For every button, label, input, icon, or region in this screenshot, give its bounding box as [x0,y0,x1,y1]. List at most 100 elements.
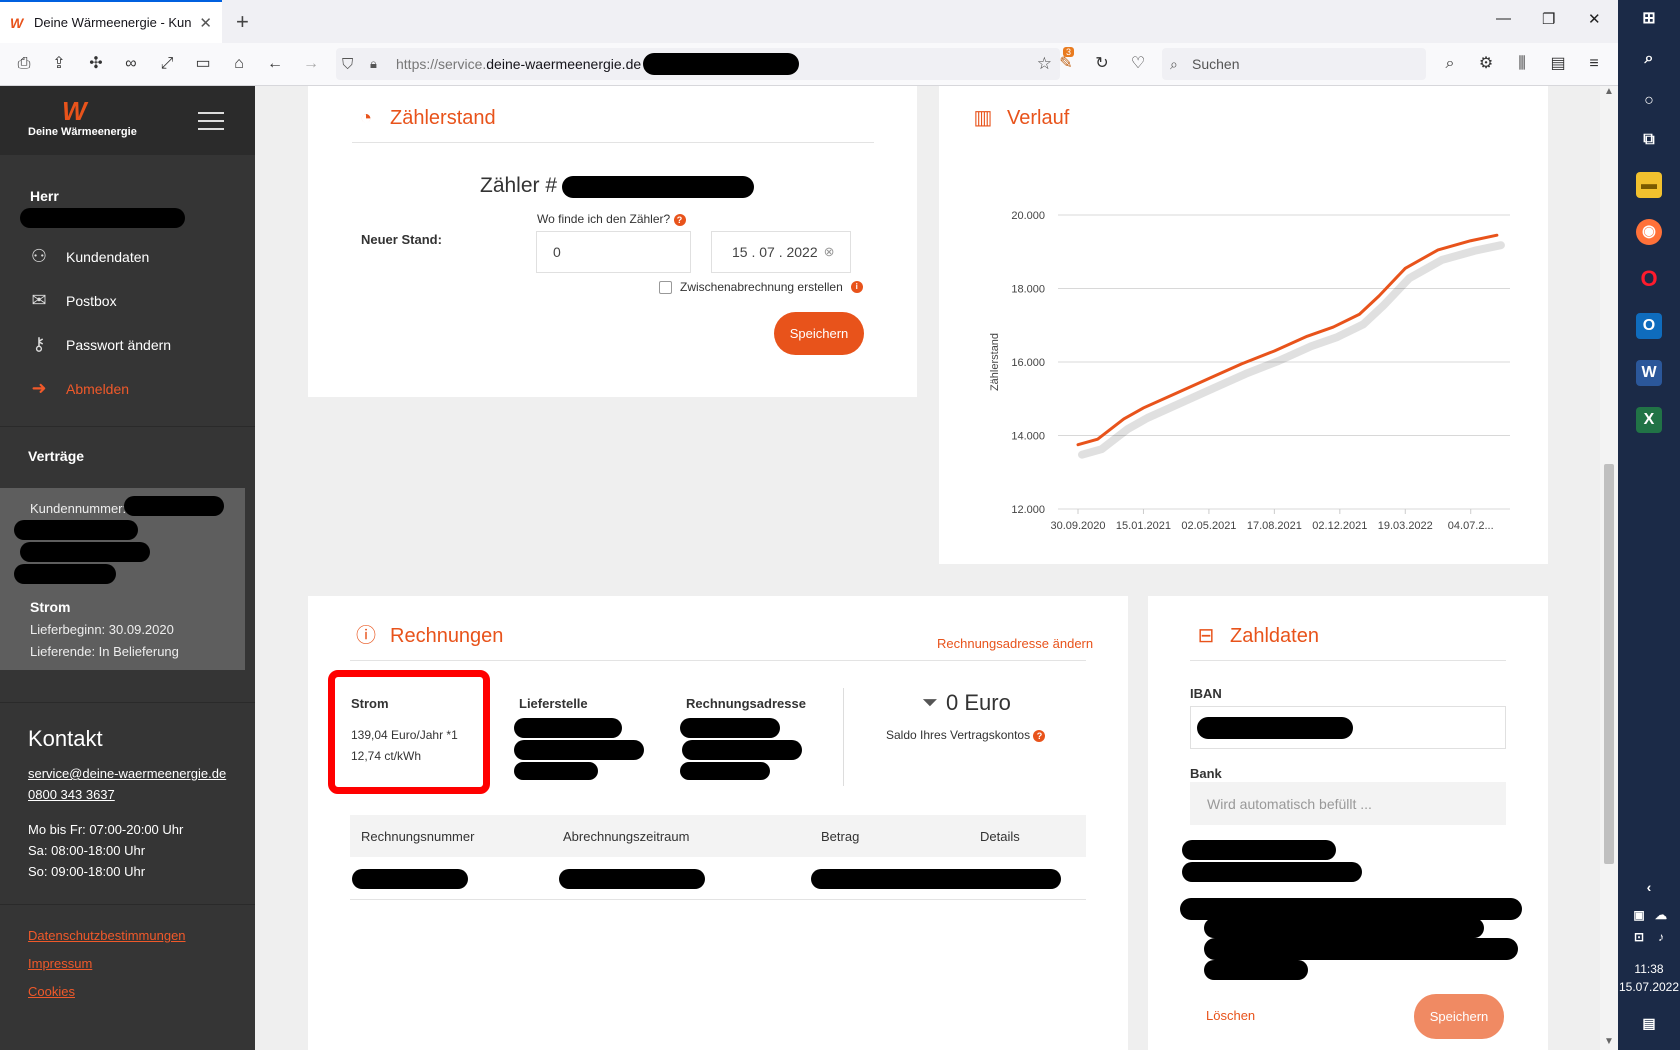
delivery-start: Lieferbeginn: 30.09.2020 [30,622,174,637]
scroll-up-icon[interactable]: ▲ [1604,86,1614,97]
window-close-icon[interactable]: ✕ [1588,10,1601,28]
library-icon[interactable]: ⫼ [1512,54,1532,74]
cortana-icon[interactable]: ○ [1636,88,1662,114]
y-tick-label: 12.000 [1011,504,1045,516]
scrollbar-thumb[interactable] [1604,464,1614,864]
new-reading-label: Neuer Stand: [361,232,442,247]
private-mask-icon[interactable]: ∞ [121,54,141,74]
address-bar[interactable]: ⛉ 🔒︎ https://service. deine-waermeenergie… [336,48,1060,80]
extensions-icon[interactable]: ✣ [86,54,106,74]
lock-icon: 🔒︎ [370,56,377,71]
redacted-billing-address [680,762,770,780]
x-tick-label: 19.03.2022 [1378,520,1433,532]
page-scrollbar[interactable]: ▲ ▼ [1600,86,1618,1050]
help-icon[interactable]: ? [673,213,686,226]
new-tab-icon[interactable]: + [236,9,249,35]
brand-logo-icon[interactable]: W [62,96,86,127]
show-hidden-icons-icon[interactable]: ‹ [1636,874,1662,900]
redacted-url-path [643,53,800,75]
contact-phone-link[interactable]: 0800 343 3637 [28,787,115,802]
clear-date-icon[interactable]: ⊗ [824,244,835,260]
sidebar-toggle-icon[interactable]: ▤ [1548,54,1568,74]
nav-postbox[interactable]: ✉ Postbox [28,290,116,311]
redacted-delivery-point [514,762,598,780]
file-explorer-icon[interactable]: ▬ [1636,172,1662,198]
notifications-icon[interactable]: ▤ [1636,1010,1662,1036]
home-icon[interactable]: ⌂ [229,54,249,74]
col-details[interactable]: Details [980,829,1020,844]
interim-checkbox[interactable] [659,280,672,294]
contract-card[interactable]: Kundennummer: Strom Lieferbeginn: 30.09.… [0,488,245,670]
iban-input[interactable] [1190,706,1506,749]
pocket-icon[interactable]: ♡ [1128,54,1148,74]
bank-input[interactable]: Wird automatisch befüllt ... [1190,782,1506,825]
tabs-overview-icon[interactable]: ▭ [193,54,213,74]
fullscreen-icon[interactable]: ⤢ [157,54,177,74]
delete-button[interactable]: Löschen [1206,1008,1255,1023]
nav-label: Abmelden [66,380,130,397]
scroll-down-icon[interactable]: ▼ [1604,1036,1614,1047]
date-value: 15 . 07 . 2022 [732,244,818,260]
browser-tab[interactable]: W Deine Wärmeenergie - Kunden ✕ [0,0,222,43]
meter-save-button[interactable]: Speichern [774,312,864,355]
clock-date[interactable]: 15.07.2022 [1618,980,1680,994]
opera-icon[interactable]: O [1636,266,1662,292]
redacted-billing-address [682,740,802,760]
cookies-link[interactable]: Cookies [28,984,75,999]
shield-icon[interactable]: ⛉ [342,56,353,73]
volume-icon[interactable]: ♪ [1648,924,1674,950]
nav-abmelden[interactable]: ➜ Abmelden [28,378,129,399]
change-billing-address-link[interactable]: Rechnungsadresse ändern [937,636,1093,651]
reading-input[interactable]: 0 [536,231,691,273]
search-bar[interactable]: ⌕ Suchen [1162,48,1426,80]
forward-icon[interactable]: → [301,54,321,74]
bookmark-star-icon[interactable]: ☆ [1037,54,1052,74]
meter-card-title: ◔ Zählerstand [354,106,496,130]
nav-kundendaten[interactable]: ⚇ Kundendaten [28,246,149,267]
outlook-icon[interactable]: O [1636,313,1662,339]
money-filter-icon: ⏷ [922,691,938,714]
col-billing-period[interactable]: Abrechnungszeitraum [563,829,689,844]
print-icon[interactable]: ⎙ [14,54,34,74]
firefox-icon[interactable]: ◉ [1636,219,1662,245]
share-icon[interactable]: ⇪ [49,54,69,74]
col-invoice-number[interactable]: Rechnungsnummer [361,829,474,844]
col-amount[interactable]: Betrag [821,829,859,844]
back-icon[interactable]: ← [265,54,285,74]
redacted-customer-number [124,496,224,516]
excel-icon[interactable]: X [1636,407,1662,433]
task-view-icon[interactable]: ⧉ [1636,127,1662,153]
help-icon[interactable]: ? [1033,729,1046,742]
addon-icon[interactable]: ✎ [1056,54,1076,74]
delivery-point-label: Lieferstelle [519,696,588,711]
history-title-text: Verlauf [1007,106,1070,129]
imprint-link[interactable]: Impressum [28,956,92,971]
privacy-link[interactable]: Datenschutzbestimmungen [28,928,186,943]
billing-address-label: Rechnungsadresse [686,696,806,711]
minimize-icon[interactable]: — [1496,10,1511,27]
redacted-address-line [20,542,150,562]
clock-time[interactable]: 11:38 [1618,962,1680,976]
divider [352,142,874,143]
search-icon[interactable]: ⌕ [1636,46,1662,72]
search-button-icon[interactable]: ⌕ [1440,54,1460,74]
hamburger-menu-icon[interactable] [198,112,224,136]
date-input[interactable]: 15 . 07 . 2022 ⊗ [711,231,851,273]
contact-email-link[interactable]: service@deine-waermeenergie.de [28,766,226,781]
where-meter-link[interactable]: Wo finde ich den Zähler? ? [537,212,686,226]
nav-passwort-aendern[interactable]: ⚷ Passwort ändern [28,334,171,355]
settings-gear-icon[interactable]: ⚙ [1476,54,1496,74]
restore-icon[interactable]: ❐ [1542,10,1555,28]
info-circle-icon: ⓘ [356,625,376,647]
logout-icon: ➜ [31,378,47,398]
info-icon[interactable]: i [850,281,863,293]
menu-icon[interactable]: ≡ [1584,54,1604,74]
user-icon: ⚇ [30,246,48,266]
windows-start-icon[interactable]: ⊞ [1636,6,1662,32]
word-icon[interactable]: W [1636,360,1662,386]
close-tab-icon[interactable]: ✕ [199,14,212,32]
reload-icon[interactable]: ↻ [1092,54,1112,74]
iban-label: IBAN [1190,686,1222,701]
payment-save-button[interactable]: Speichern [1414,994,1504,1039]
x-tick-label: 04.07.2... [1448,520,1494,532]
